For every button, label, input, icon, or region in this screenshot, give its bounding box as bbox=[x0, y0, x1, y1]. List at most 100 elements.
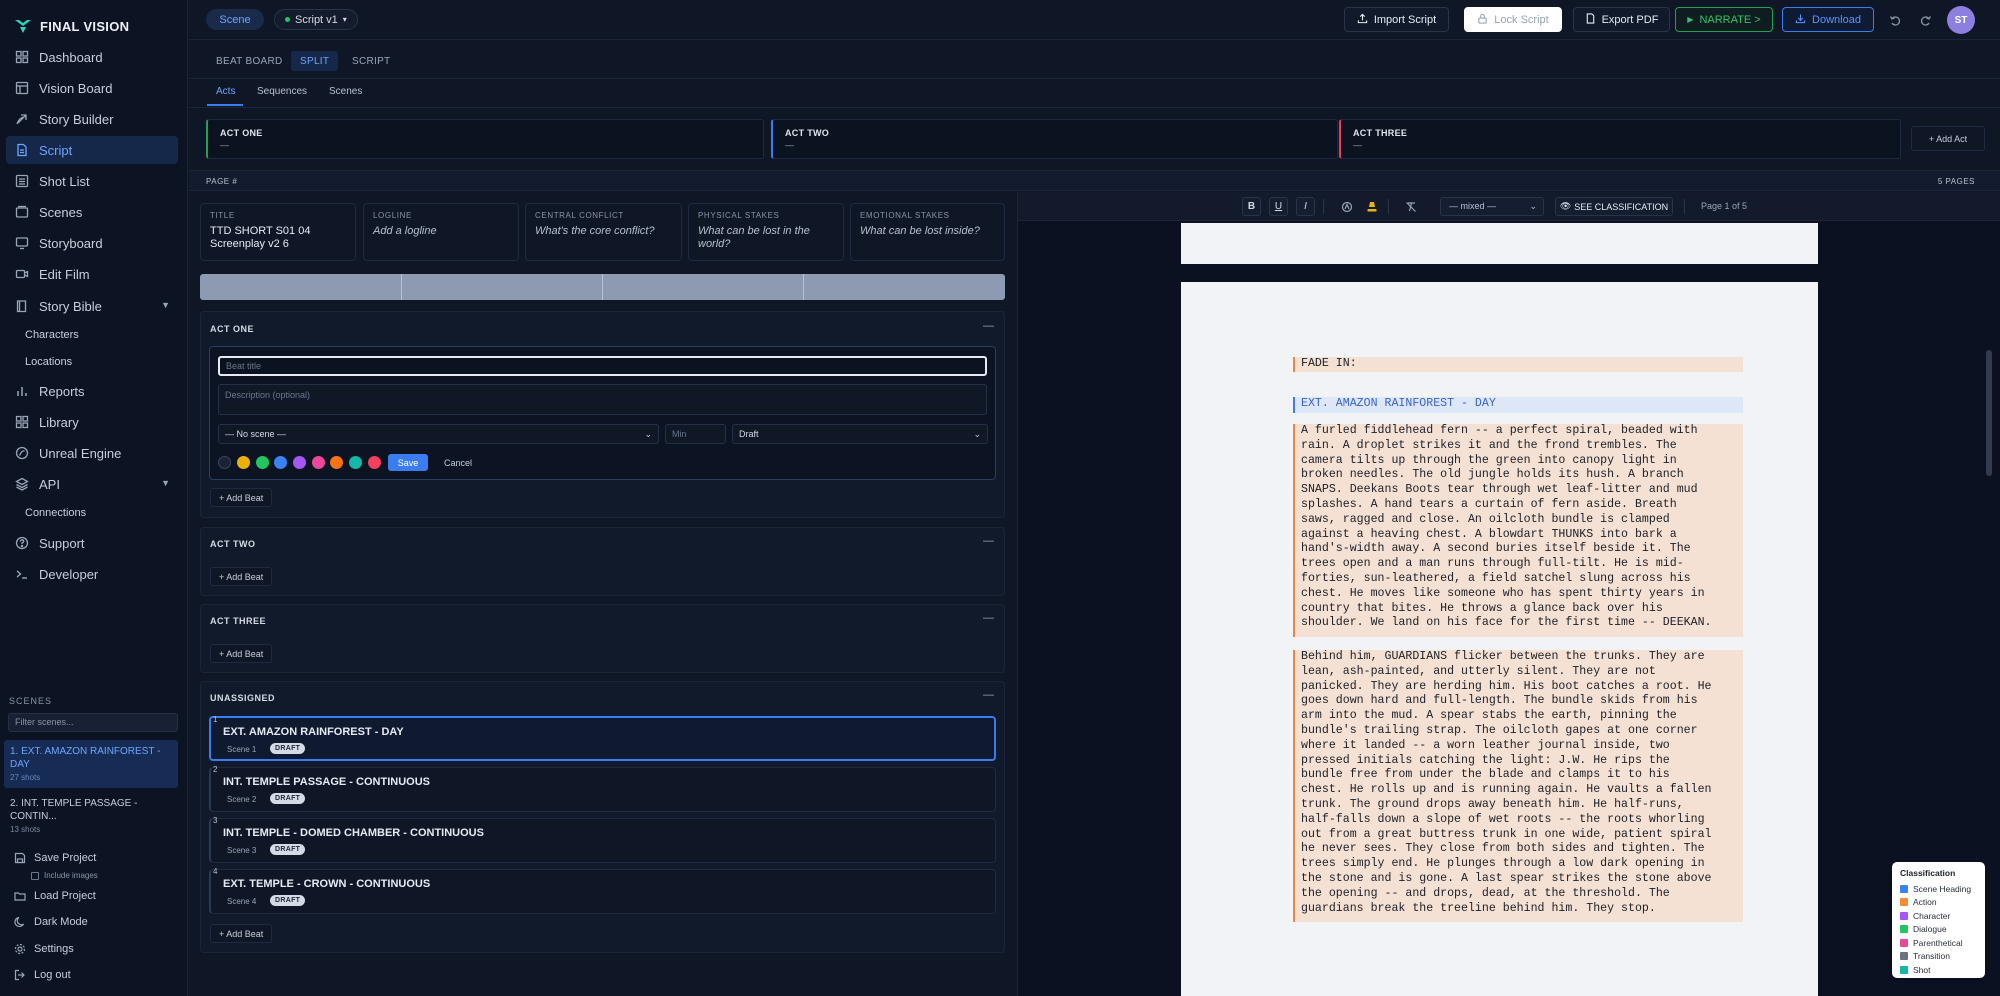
highlight-icon[interactable] bbox=[1365, 200, 1378, 213]
see-classification-button[interactable]: 👁 SEE CLASSIFICATION bbox=[1555, 197, 1673, 216]
nav-story-builder[interactable]: Story Builder bbox=[6, 105, 178, 133]
nav-script[interactable]: Script bbox=[6, 136, 178, 164]
nav-support[interactable]: Support bbox=[6, 529, 178, 557]
nav-locations[interactable]: Locations bbox=[25, 352, 72, 372]
tab-beat-board[interactable]: BEAT BOARD bbox=[207, 51, 292, 71]
color-swatch[interactable] bbox=[368, 456, 381, 469]
brand[interactable]: FINAL VISION bbox=[14, 16, 129, 36]
terminal-icon bbox=[15, 567, 29, 581]
narrate-button[interactable]: ▶ NARRATE > bbox=[1675, 7, 1773, 32]
tab-script[interactable]: SCRIPT bbox=[343, 51, 399, 71]
scene-card[interactable]: 3 INT. TEMPLE - DOMED CHAMBER - CONTINUO… bbox=[209, 816, 996, 863]
nav-reports[interactable]: Reports bbox=[6, 377, 178, 405]
nav-shot-list[interactable]: Shot List bbox=[6, 167, 178, 195]
scene-filter-input[interactable]: Filter scenes... bbox=[8, 713, 178, 732]
color-swatch[interactable] bbox=[218, 456, 231, 469]
script-version-select[interactable]: Script v1 ▾ bbox=[274, 9, 358, 30]
underline-button[interactable]: U bbox=[1269, 197, 1288, 216]
add-beat-button[interactable]: + Add Beat bbox=[210, 924, 273, 943]
save-beat-button[interactable]: Save bbox=[388, 454, 428, 471]
collapse-icon[interactable]: — bbox=[983, 320, 994, 332]
include-images-checkbox[interactable]: Include images bbox=[31, 871, 98, 880]
script-transition-line[interactable]: FADE IN: bbox=[1293, 357, 1743, 372]
act-timeline-bar[interactable] bbox=[200, 274, 1005, 300]
save-project-button[interactable]: Save Project bbox=[14, 852, 96, 864]
beat-title-input[interactable]: Beat title bbox=[218, 356, 987, 376]
central-conflict-card[interactable]: CENTRAL CONFLICT What's the core conflic… bbox=[525, 203, 682, 261]
settings-button[interactable]: Settings bbox=[14, 943, 74, 955]
download-label: Download bbox=[1812, 13, 1861, 26]
nav-edit-film[interactable]: Edit Film bbox=[6, 260, 178, 288]
scene-card[interactable]: 2 INT. TEMPLE PASSAGE - CONTINUOUS Scene… bbox=[209, 765, 996, 812]
text-color-icon[interactable] bbox=[1340, 200, 1353, 213]
color-swatch[interactable] bbox=[293, 456, 306, 469]
load-project-button[interactable]: Load Project bbox=[14, 890, 96, 902]
physical-stakes-card[interactable]: PHYSICAL STAKES What can be lost in the … bbox=[688, 203, 844, 261]
color-swatch[interactable] bbox=[330, 456, 343, 469]
scrollbar-thumb[interactable] bbox=[1986, 350, 1992, 476]
element-type-select[interactable]: — mixed — ⌄ bbox=[1440, 197, 1544, 216]
sidebar-scene-item[interactable]: 1. EXT. AMAZON RAINFOREST - DAY 27 shots bbox=[4, 740, 178, 788]
redo-icon[interactable] bbox=[1916, 11, 1934, 29]
lock-script-button[interactable]: Lock Script bbox=[1464, 7, 1562, 32]
add-beat-button[interactable]: + Add Beat bbox=[210, 567, 273, 586]
nav-connections[interactable]: Connections bbox=[25, 503, 86, 523]
add-beat-button[interactable]: + Add Beat bbox=[210, 644, 273, 663]
act-card-three[interactable]: ACT THREE — bbox=[1339, 119, 1901, 159]
nav-scenes[interactable]: Scenes bbox=[6, 198, 178, 226]
bold-button[interactable]: B bbox=[1242, 197, 1261, 216]
nav-dashboard[interactable]: Dashboard bbox=[6, 43, 178, 71]
italic-button[interactable]: I bbox=[1296, 197, 1315, 216]
beat-description-input[interactable]: Description (optional) bbox=[218, 384, 987, 415]
nav-storyboard[interactable]: Storyboard bbox=[6, 229, 178, 257]
avatar[interactable]: ST bbox=[1947, 6, 1975, 34]
nav-unreal-engine[interactable]: Unreal Engine bbox=[6, 439, 178, 467]
tab-acts[interactable]: Acts bbox=[216, 86, 235, 100]
act-card-one[interactable]: ACT ONE — bbox=[206, 119, 764, 159]
tab-sequences[interactable]: Sequences bbox=[257, 86, 307, 100]
nav-characters[interactable]: Characters bbox=[25, 325, 79, 345]
tab-split[interactable]: SPLIT bbox=[291, 51, 339, 71]
act-card-two[interactable]: ACT TWO — bbox=[771, 119, 1338, 159]
script-scene-heading[interactable]: EXT. AMAZON RAINFOREST - DAY bbox=[1293, 397, 1743, 413]
color-swatch[interactable] bbox=[312, 456, 325, 469]
color-swatch[interactable] bbox=[349, 456, 362, 469]
act-description: — bbox=[1353, 140, 1362, 150]
undo-icon[interactable] bbox=[1886, 11, 1904, 29]
legend-item: Parenthetical bbox=[1900, 936, 1977, 950]
collapse-icon[interactable]: — bbox=[983, 612, 994, 624]
status-select[interactable]: Draft ⌄ bbox=[732, 424, 988, 444]
clear-format-icon[interactable] bbox=[1404, 200, 1417, 213]
title-card[interactable]: TITLE TTD SHORT S01 04 Screenplay v2 6 bbox=[200, 203, 356, 261]
dark-mode-toggle[interactable]: Dark Mode bbox=[14, 916, 88, 928]
nav-vision-board[interactable]: Vision Board bbox=[6, 74, 178, 102]
collapse-icon[interactable]: — bbox=[983, 535, 994, 547]
nav-developer[interactable]: Developer bbox=[6, 560, 178, 588]
add-beat-button[interactable]: + Add Beat bbox=[210, 488, 273, 507]
export-pdf-button[interactable]: Export PDF bbox=[1573, 7, 1670, 32]
logout-button[interactable]: Log out bbox=[14, 969, 71, 981]
script-action-block[interactable]: A furled fiddlehead fern -- a perfect sp… bbox=[1293, 424, 1743, 637]
include-images-label: Include images bbox=[44, 871, 98, 880]
add-act-button[interactable]: + Add Act bbox=[1911, 126, 1985, 151]
tab-scenes[interactable]: Scenes bbox=[329, 86, 362, 100]
nav-api[interactable]: API ▼ bbox=[6, 470, 178, 498]
scene-card[interactable]: 1 EXT. AMAZON RAINFOREST - DAY Scene 1 D… bbox=[209, 715, 996, 761]
nav-story-bible[interactable]: Story Bible ▼ bbox=[6, 292, 178, 320]
collapse-icon[interactable]: — bbox=[983, 689, 994, 701]
scene-mode-pill[interactable]: Scene bbox=[206, 9, 264, 30]
cancel-beat-button[interactable]: Cancel bbox=[444, 454, 472, 471]
script-action-block[interactable]: Behind him, GUARDIANS flicker between th… bbox=[1293, 650, 1743, 922]
logline-card[interactable]: LOGLINE Add a logline bbox=[363, 203, 519, 261]
color-swatch[interactable] bbox=[256, 456, 269, 469]
emotional-stakes-card[interactable]: EMOTIONAL STAKES What can be lost inside… bbox=[850, 203, 1005, 261]
nav-library[interactable]: Library bbox=[6, 408, 178, 436]
import-script-button[interactable]: Import Script bbox=[1344, 7, 1449, 32]
scene-card[interactable]: 4 EXT. TEMPLE - CROWN - CONTINUOUS Scene… bbox=[209, 867, 996, 914]
color-swatch[interactable] bbox=[237, 456, 250, 469]
color-swatch[interactable] bbox=[274, 456, 287, 469]
minutes-input[interactable]: Min bbox=[665, 424, 726, 444]
sidebar-scene-item[interactable]: 2. INT. TEMPLE PASSAGE - CONTIN... 13 sh… bbox=[4, 792, 178, 840]
download-button[interactable]: Download bbox=[1782, 7, 1874, 32]
scene-select[interactable]: — No scene — ⌄ bbox=[218, 424, 659, 444]
